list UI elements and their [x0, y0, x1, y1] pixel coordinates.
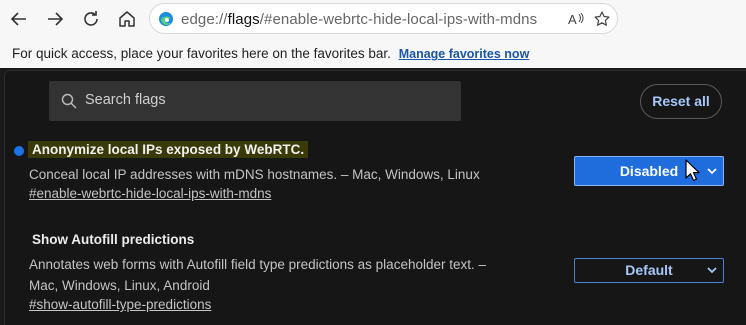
search-icon — [61, 93, 77, 109]
search-flags-input[interactable]: Search flags — [49, 81, 461, 121]
back-arrow-icon — [10, 12, 26, 26]
browser-toolbar: edge://flags/#enable-webrtc-hide-local-i… — [0, 0, 746, 38]
chevron-down-icon — [707, 168, 717, 175]
refresh-button[interactable] — [77, 5, 105, 33]
edge-logo-icon — [159, 12, 173, 26]
back-button[interactable] — [5, 5, 33, 33]
flag-state-value: Disabled — [619, 163, 679, 179]
manage-favorites-link[interactable]: Manage favorites now — [399, 47, 530, 61]
flag-permalink[interactable]: #enable-webrtc-hide-local-ips-with-mdns — [29, 186, 271, 201]
mouse-cursor-icon — [685, 159, 700, 182]
flags-page: Search flags Reset all Anonymize local I… — [4, 70, 746, 325]
svg-text:A: A — [568, 12, 577, 27]
flag-title: Anonymize local IPs exposed by WebRTC. — [28, 141, 309, 158]
home-icon — [119, 11, 135, 27]
flag-permalink[interactable]: #show-autofill-type-predictions — [29, 297, 211, 312]
favorites-bar-message: For quick access, place your favorites h… — [12, 46, 391, 61]
modified-indicator-dot — [14, 146, 24, 156]
flag-title: Show Autofill predictions — [32, 232, 195, 247]
url-text[interactable]: edge://flags/#enable-webrtc-hide-local-i… — [181, 11, 537, 28]
read-aloud-button[interactable]: A — [567, 10, 585, 28]
url-scheme: edge:// — [181, 11, 228, 28]
flag-state-select[interactable]: Default — [574, 258, 724, 283]
chevron-down-icon — [707, 267, 717, 274]
flag-state-value: Default — [625, 262, 673, 278]
forward-arrow-icon — [48, 12, 64, 26]
read-aloud-icon: A — [568, 12, 584, 27]
favorite-star-button[interactable] — [593, 10, 611, 28]
url-path: /#enable-webrtc-hide-local-ips-with-mdns — [259, 11, 538, 28]
favorites-bar: For quick access, place your favorites h… — [0, 38, 746, 68]
reset-all-button[interactable]: Reset all — [640, 84, 722, 119]
search-placeholder: Search flags — [85, 92, 166, 108]
forward-button[interactable] — [41, 5, 69, 33]
home-button[interactable] — [113, 5, 141, 33]
flag-description: Conceal local IP addresses with mDNS hos… — [29, 167, 480, 182]
refresh-icon — [84, 11, 98, 26]
flag-description: Annotates web forms with Autofill field … — [29, 257, 486, 293]
star-icon — [594, 11, 610, 26]
address-bar[interactable]: edge://flags/#enable-webrtc-hide-local-i… — [149, 3, 618, 34]
url-host: flags — [227, 11, 260, 28]
